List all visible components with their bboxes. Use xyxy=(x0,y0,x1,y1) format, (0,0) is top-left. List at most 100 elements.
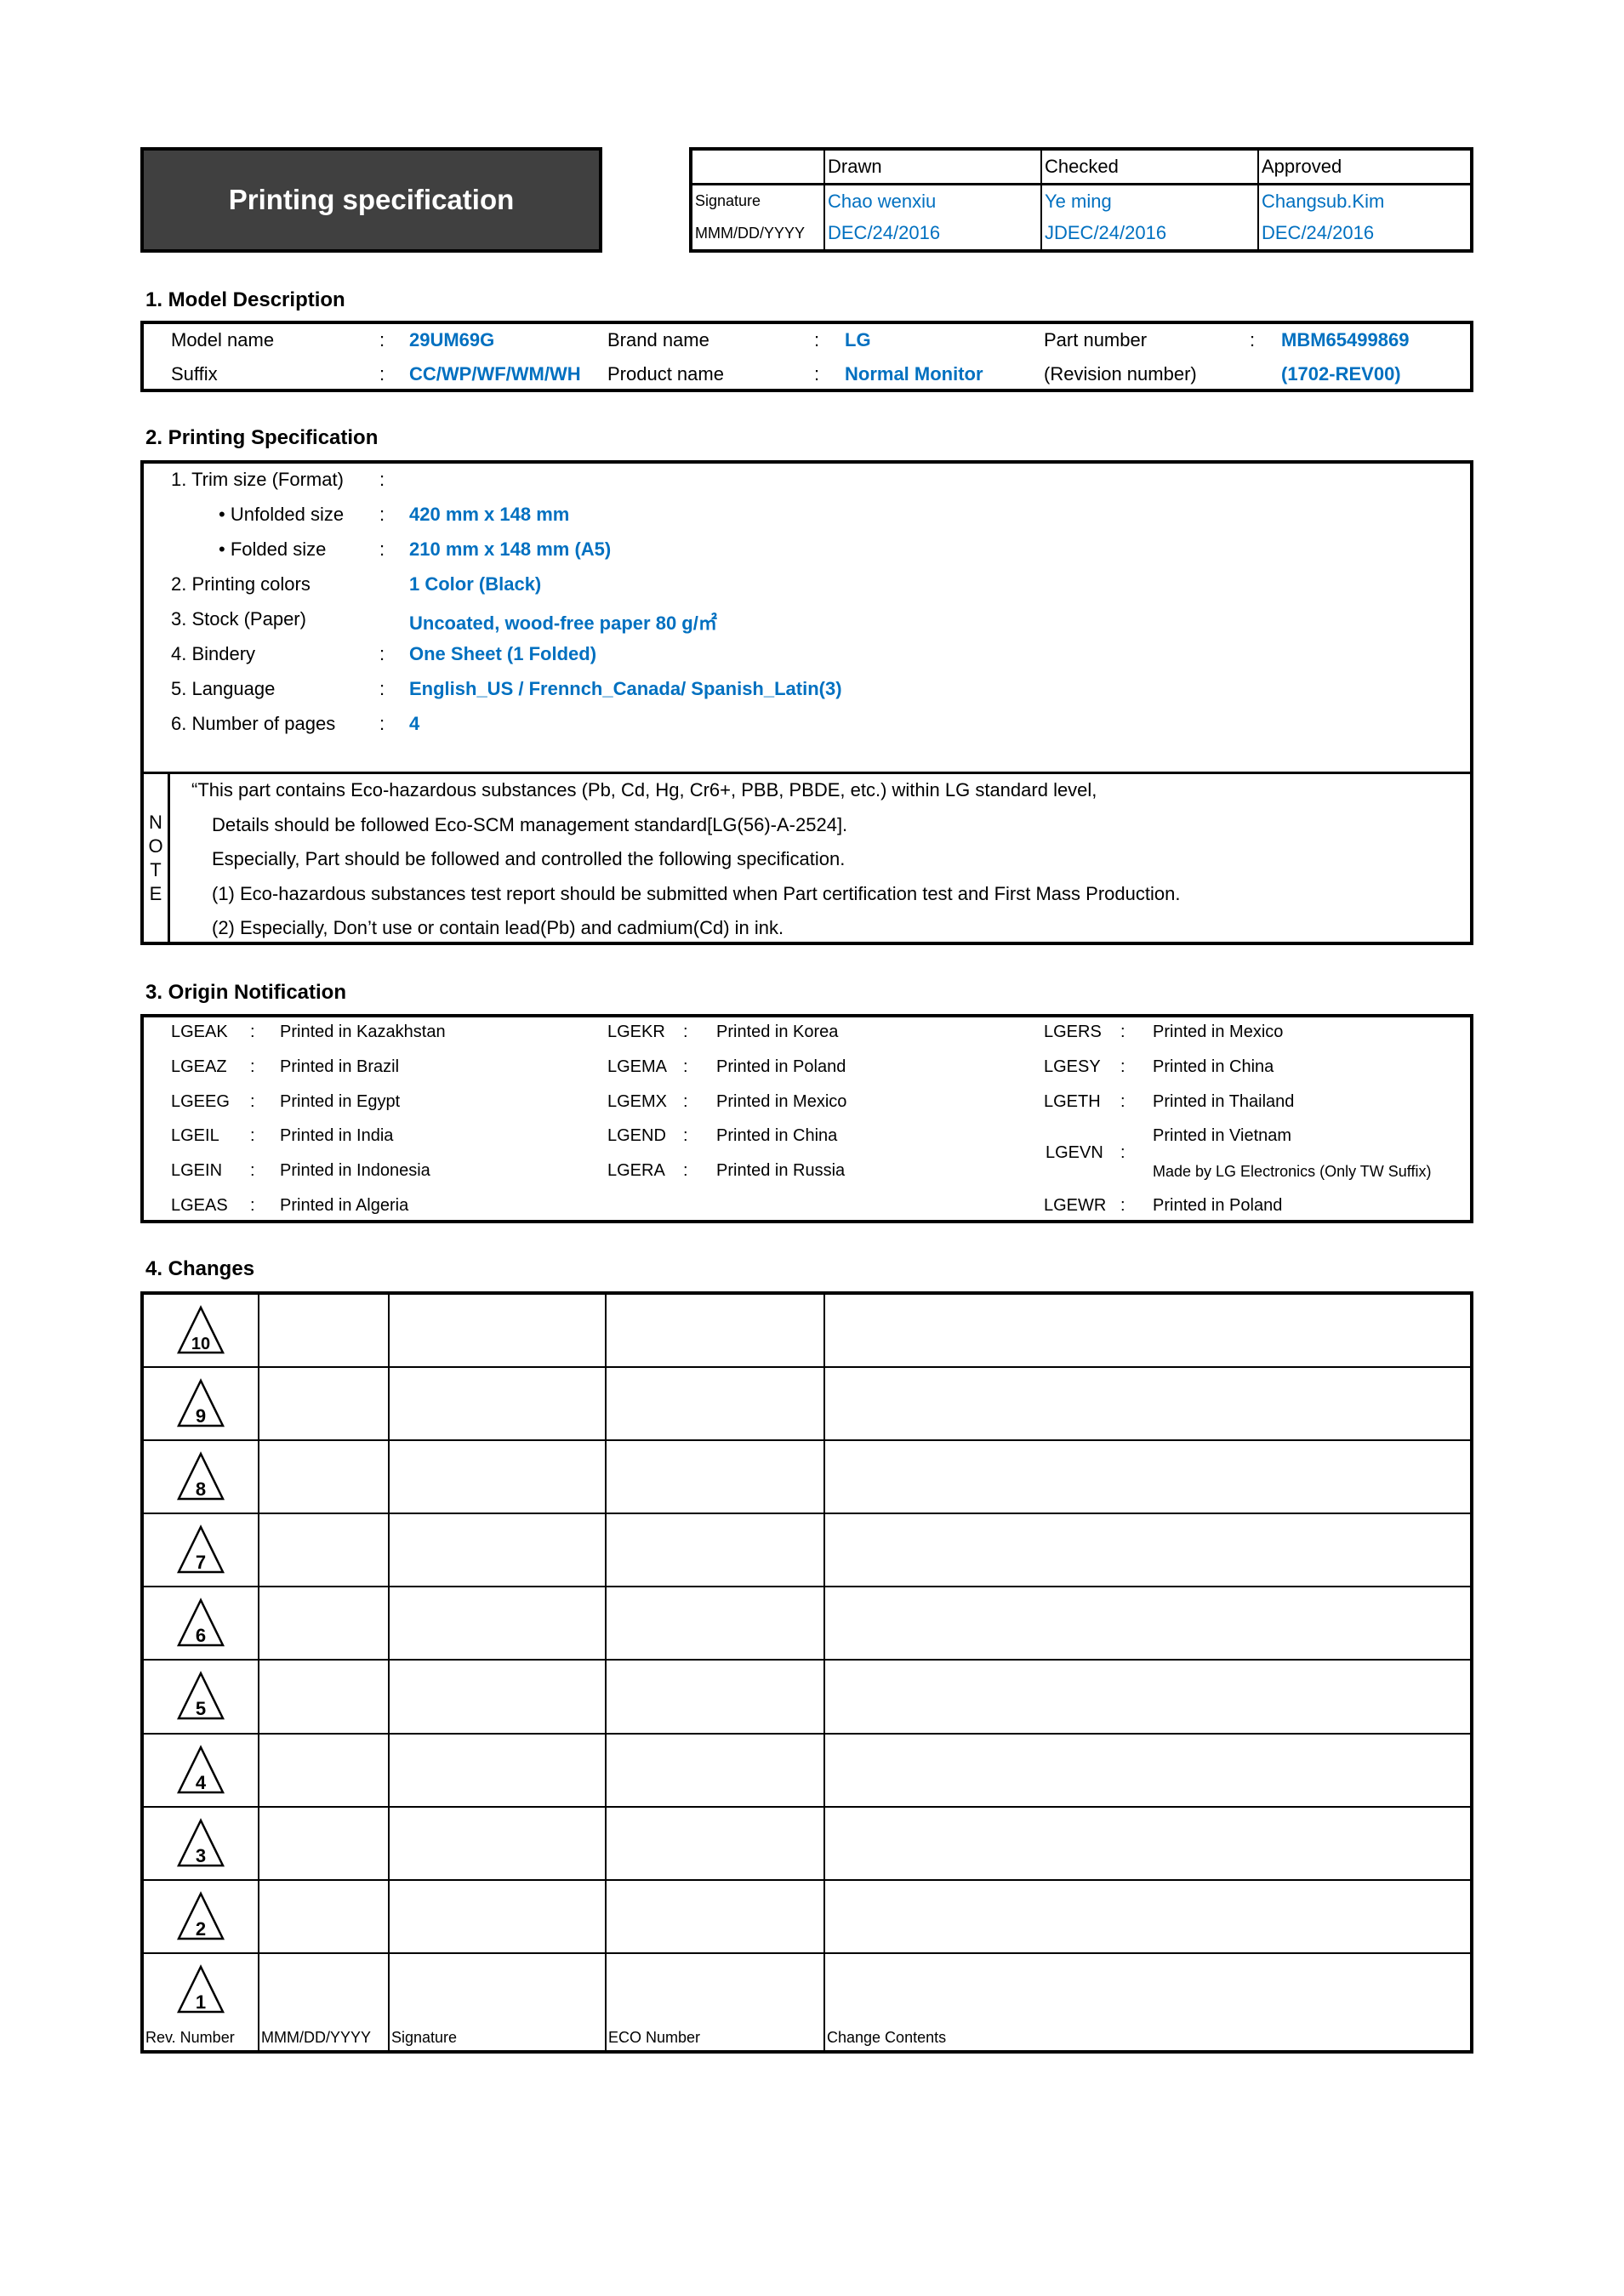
document-title-box: Printing specification xyxy=(140,147,602,253)
section-heading-origin: 3. Origin Notification xyxy=(145,981,347,1004)
colon: : xyxy=(250,1023,255,1041)
origin-code: LGEEG xyxy=(171,1092,230,1111)
note-area: N O T E “This part contains Eco-hazardou… xyxy=(144,772,1470,942)
model-name-label: Model name xyxy=(171,329,275,350)
change-contents-cell[interactable] xyxy=(823,1513,1470,1588)
signature-cell[interactable] xyxy=(388,1295,607,1368)
change-contents-cell[interactable] xyxy=(823,1732,1470,1808)
revision-triangle-icon: 6 xyxy=(176,1598,225,1647)
note-line: (1) Eco-hazardous substances test report… xyxy=(212,883,1181,904)
date-drawn: DEC/24/2016 xyxy=(823,217,1041,249)
origin-text: Printed in Algeria xyxy=(280,1196,409,1215)
eco-number-cell[interactable] xyxy=(605,1805,825,1881)
signature-cell[interactable] xyxy=(388,1732,607,1808)
date-cell[interactable] xyxy=(258,1586,390,1661)
eco-number-cell[interactable] xyxy=(605,1365,825,1441)
origin-text: Printed in Brazil xyxy=(280,1057,400,1076)
change-contents-cell[interactable] xyxy=(823,1952,1470,2025)
footer-change-contents: Change Contents xyxy=(823,2025,1470,2050)
note-letter: O xyxy=(148,835,163,857)
part-number-value: MBM65499869 xyxy=(1281,329,1410,350)
eco-number-cell[interactable] xyxy=(605,1295,825,1368)
change-contents-cell[interactable] xyxy=(823,1365,1470,1441)
eco-number-cell[interactable] xyxy=(605,1659,825,1735)
change-contents-cell[interactable] xyxy=(823,1295,1470,1368)
origin-code: LGERS xyxy=(1044,1023,1102,1041)
date-cell[interactable] xyxy=(258,1952,390,2025)
revision-row: 3 xyxy=(144,1805,1470,1881)
revision-triangle-icon: 8 xyxy=(176,1451,225,1501)
signature-cell[interactable] xyxy=(388,1878,607,1955)
document-title: Printing specification xyxy=(228,184,515,215)
date-checked: JDEC/24/2016 xyxy=(1040,217,1258,249)
footer-date: MMM/DD/YYYY xyxy=(258,2025,390,2050)
revision-row: 5 xyxy=(144,1659,1470,1735)
origin-text: Printed in Thailand xyxy=(1153,1092,1295,1111)
date-cell[interactable] xyxy=(258,1732,390,1808)
origin-code: LGEKR xyxy=(607,1023,665,1041)
spec-label: • Folded size xyxy=(219,538,327,560)
signature-cell[interactable] xyxy=(388,1439,607,1515)
revision-row: 9 xyxy=(144,1365,1470,1441)
spec-colon: : xyxy=(379,678,385,699)
signature-cell[interactable] xyxy=(388,1365,607,1441)
revision-number: 10 xyxy=(191,1335,210,1353)
signature-cell[interactable] xyxy=(388,1659,607,1735)
changes-table: 10 9 8 7 6 5 4 3 2 1 Rev. Number MMM/DD/YYYY Sign… xyxy=(140,1291,1473,2054)
date-cell[interactable] xyxy=(258,1513,390,1588)
origin-text: Printed in Mexico xyxy=(1153,1023,1284,1041)
eco-number-cell[interactable] xyxy=(605,1878,825,1955)
eco-number-cell[interactable] xyxy=(605,1439,825,1515)
signature-cell[interactable] xyxy=(388,1513,607,1588)
revision-cell: 4 xyxy=(144,1732,259,1808)
section-heading-model: 1. Model Description xyxy=(145,288,345,311)
spec-row: • Unfolded size : 420 mm x 148 mm xyxy=(144,499,1470,533)
change-contents-cell[interactable] xyxy=(823,1805,1470,1881)
origin-text: Printed in Korea xyxy=(716,1023,839,1041)
date-cell[interactable] xyxy=(258,1295,390,1368)
signature-checked: Ye ming xyxy=(1040,184,1258,218)
change-contents-cell[interactable] xyxy=(823,1878,1470,1955)
eco-number-cell[interactable] xyxy=(605,1586,825,1661)
eco-number-cell[interactable] xyxy=(605,1952,825,2025)
eco-number-cell[interactable] xyxy=(605,1513,825,1588)
origin-subtext: Made by LG Electronics (Only TW Suffix) xyxy=(1153,1163,1432,1180)
date-cell[interactable] xyxy=(258,1878,390,1955)
signature-cell[interactable] xyxy=(388,1805,607,1881)
spec-colon: : xyxy=(379,538,385,560)
colon: : xyxy=(814,329,820,350)
colon: : xyxy=(683,1126,688,1145)
date-cell[interactable] xyxy=(258,1439,390,1515)
date-cell[interactable] xyxy=(258,1365,390,1441)
signature-cell[interactable] xyxy=(388,1586,607,1661)
origin-code: LGEIN xyxy=(171,1161,223,1180)
colon: : xyxy=(1250,329,1256,350)
revision-triangle-icon: 7 xyxy=(176,1524,225,1574)
spec-label: • Unfolded size xyxy=(219,504,345,525)
origin-text: Printed in Indonesia xyxy=(280,1161,430,1180)
origin-code: LGERA xyxy=(607,1161,665,1180)
spec-value: 210 mm x 148 mm (A5) xyxy=(409,538,612,560)
colon: : xyxy=(683,1023,688,1041)
revision-number: 1 xyxy=(196,1991,206,2013)
revision-number: 2 xyxy=(196,1918,206,1940)
origin-text: Printed in Mexico xyxy=(716,1092,847,1111)
signature-drawn: Chao wenxiu xyxy=(823,184,1041,218)
change-contents-cell[interactable] xyxy=(823,1586,1470,1661)
section-heading-changes: 4. Changes xyxy=(145,1257,255,1280)
colon: : xyxy=(379,363,385,385)
date-cell[interactable] xyxy=(258,1659,390,1735)
colon: : xyxy=(1120,1023,1125,1041)
note-label: N O T E xyxy=(144,774,170,942)
eco-number-cell[interactable] xyxy=(605,1732,825,1808)
date-cell[interactable] xyxy=(258,1805,390,1881)
spec-label: 1. Trim size (Format) xyxy=(171,469,344,490)
revision-cell: 8 xyxy=(144,1439,259,1515)
change-contents-cell[interactable] xyxy=(823,1659,1470,1735)
spec-value: Uncoated, wood-free paper 80 g/㎡ xyxy=(409,612,717,634)
revision-row: 6 xyxy=(144,1586,1470,1661)
revision-number-value: (1702-REV00) xyxy=(1281,363,1401,385)
change-contents-cell[interactable] xyxy=(823,1439,1470,1515)
revision-number-label: (Revision number) xyxy=(1044,363,1197,385)
signature-cell[interactable] xyxy=(388,1952,607,2025)
